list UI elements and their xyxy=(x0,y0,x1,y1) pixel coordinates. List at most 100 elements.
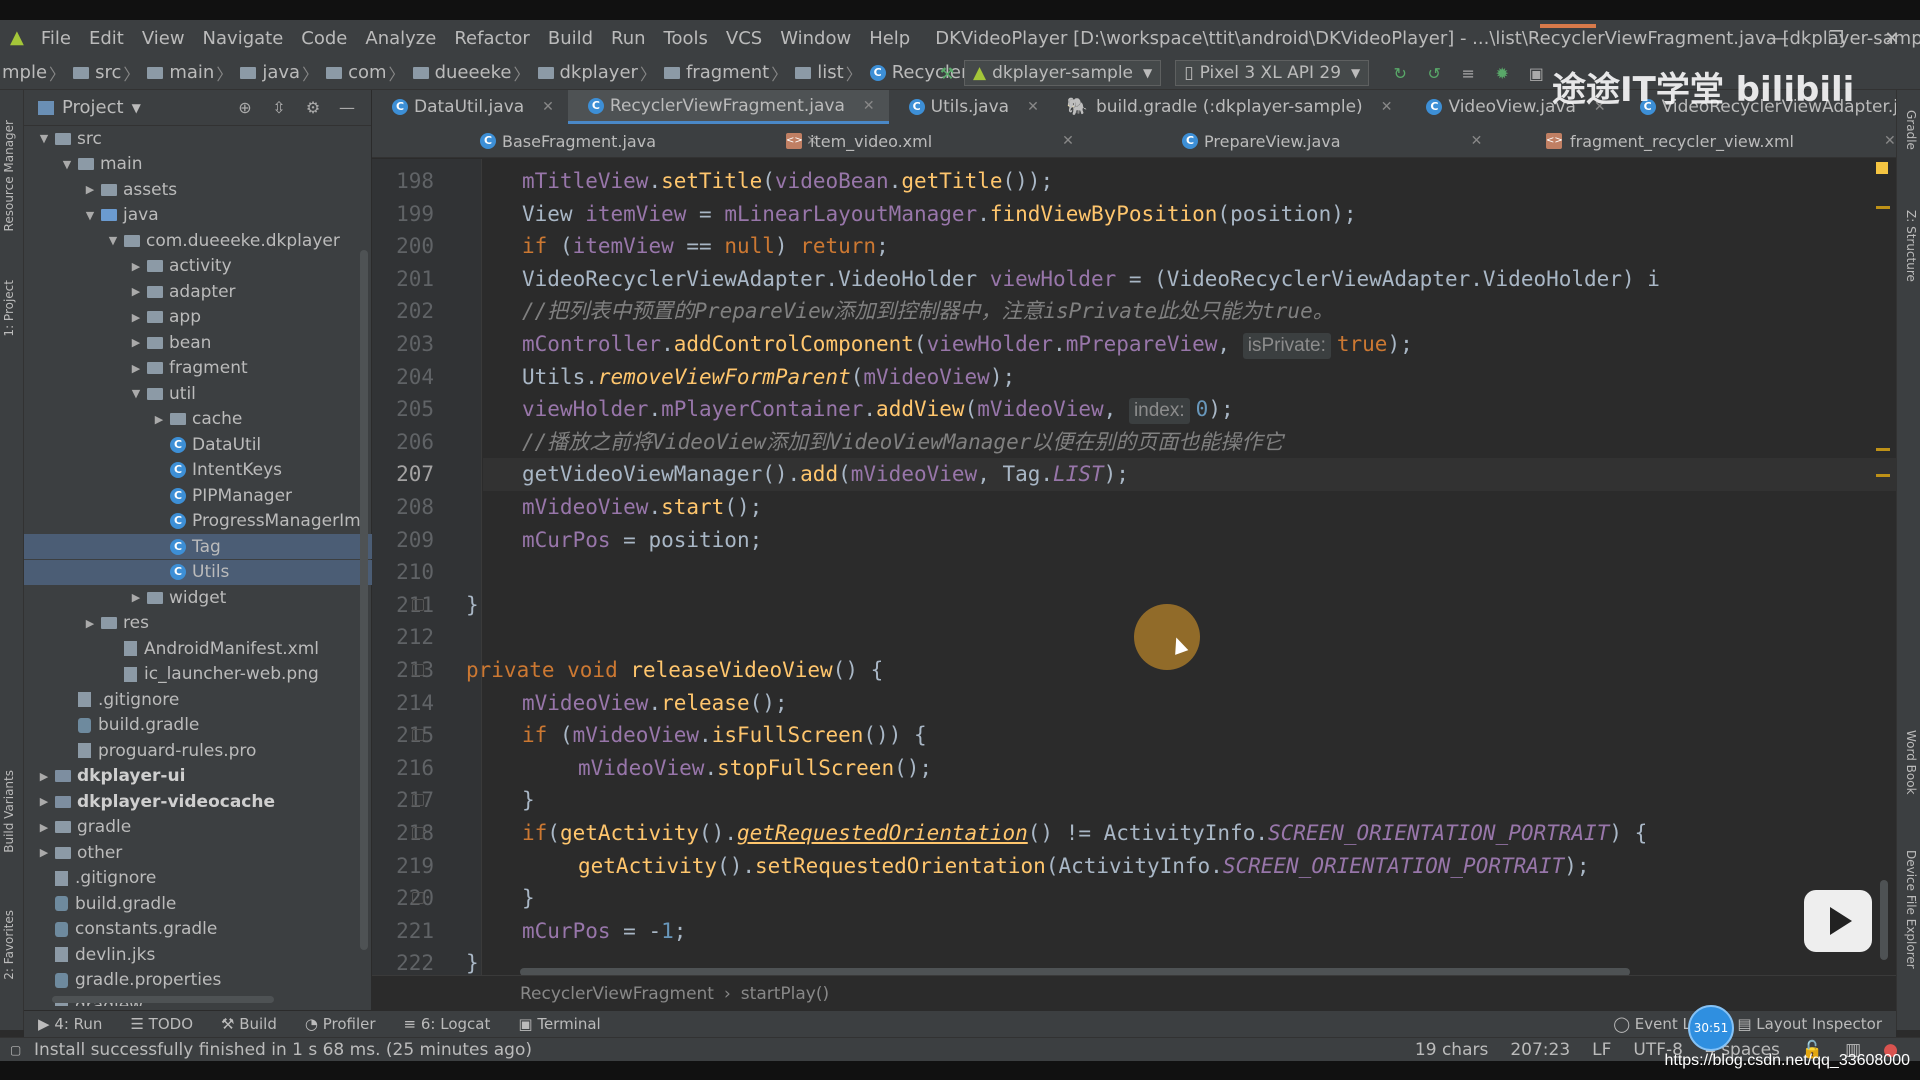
code-line[interactable]: View itemView = mLinearLayoutManager.fin… xyxy=(522,198,1357,231)
gear-icon[interactable]: ⚙ xyxy=(302,98,324,118)
close-tab-icon[interactable]: ✕ xyxy=(1884,133,1896,149)
close-tab-icon[interactable]: ✕ xyxy=(863,98,875,114)
minimize-button[interactable]: — xyxy=(1752,20,1808,56)
todo-tab[interactable]: ☰ TODO xyxy=(130,1015,193,1033)
tree-item[interactable]: ▶ assets xyxy=(24,177,372,202)
tree-item[interactable]: ▶ activity xyxy=(24,254,372,279)
tree-item[interactable]: C Tag xyxy=(24,534,372,559)
stripe-mark[interactable] xyxy=(1876,474,1890,477)
editor-tab[interactable]: C PrepareView.java ✕ xyxy=(1162,124,1496,158)
resource-manager-tab[interactable]: Resource Manager xyxy=(2,120,16,231)
tree-item[interactable]: .gitignore xyxy=(24,687,372,712)
editor-tab[interactable]: <> item_video.xml ✕ xyxy=(772,124,1088,158)
tree-item[interactable]: ▼ src xyxy=(24,126,372,151)
tree-item[interactable]: ic_launcher-web.png xyxy=(24,662,372,687)
tree-item[interactable]: AndroidManifest.xml xyxy=(24,636,372,661)
apply-code-changes-icon[interactable]: ↺ xyxy=(1423,62,1445,84)
breadcrumb-class[interactable]: RecyclerViewFragment xyxy=(520,984,714,1004)
code-line[interactable]: viewHolder.mPlayerContainer.addView(mVid… xyxy=(522,393,1234,426)
apply-changes-icon[interactable]: ↻ xyxy=(1389,62,1411,84)
breadcrumb-item[interactable]: fragment xyxy=(658,62,769,83)
code-line[interactable]: mCurPos = -1; xyxy=(522,915,686,948)
coverage-icon[interactable]: ▣ xyxy=(1525,62,1547,84)
menu-window[interactable]: Window xyxy=(771,28,860,49)
project-tab[interactable]: 1: Project xyxy=(2,280,16,337)
menu-edit[interactable]: Edit xyxy=(80,28,133,49)
stripe-mark[interactable] xyxy=(1876,448,1890,451)
close-tab-icon[interactable]: ✕ xyxy=(1027,99,1039,115)
fold-marker-icon[interactable] xyxy=(412,892,424,905)
editor-tab[interactable]: 🐘 build.gradle (:dkplayer-sample) ✕ xyxy=(1053,90,1407,124)
build-variants-tab[interactable]: Build Variants xyxy=(2,770,16,853)
fold-marker-icon[interactable] xyxy=(412,664,424,676)
line-separator[interactable]: LF xyxy=(1592,1040,1611,1060)
tree-item[interactable]: C DataUtil xyxy=(24,432,372,457)
build-tab[interactable]: ⚒ Build xyxy=(221,1015,277,1033)
debug-icon[interactable]: ✹ xyxy=(1491,62,1513,84)
terminal-tab[interactable]: ▣ Terminal xyxy=(518,1015,600,1033)
code-line[interactable]: } xyxy=(466,947,479,975)
tree-item[interactable]: ▼ main xyxy=(24,152,372,177)
breadcrumb-item[interactable]: dkplayer xyxy=(532,62,638,83)
tree-item[interactable]: ▶ bean xyxy=(24,330,372,355)
tree-item[interactable]: C PIPManager xyxy=(24,483,372,508)
warning-indicator-icon[interactable] xyxy=(1876,162,1888,174)
hide-icon[interactable]: — xyxy=(336,98,358,118)
project-horizontal-scrollbar[interactable] xyxy=(52,996,274,1003)
fold-marker-icon[interactable] xyxy=(412,827,424,839)
breadcrumb-item[interactable]: list xyxy=(789,62,844,83)
breadcrumb-item[interactable]: java xyxy=(234,62,300,83)
close-tab-icon[interactable]: ✕ xyxy=(1062,133,1074,149)
menu-code[interactable]: Code xyxy=(292,28,356,49)
code-line[interactable]: } xyxy=(466,589,479,622)
tree-item[interactable]: ▶ gradle xyxy=(24,815,372,840)
code-line[interactable]: } xyxy=(522,882,535,915)
code-line[interactable]: mVideoView.stopFullScreen(); xyxy=(578,752,932,785)
project-view-select[interactable]: Project xyxy=(62,97,124,118)
menu-analyze[interactable]: Analyze xyxy=(356,28,445,49)
tree-item[interactable]: C IntentKeys xyxy=(24,458,372,483)
breadcrumb-item[interactable]: com xyxy=(320,62,387,83)
breadcrumb-item[interactable]: src xyxy=(67,62,121,83)
menu-navigate[interactable]: Navigate xyxy=(194,28,293,49)
close-window-button[interactable]: ✕ xyxy=(1864,20,1920,56)
hammer-build-icon[interactable]: ⚒ xyxy=(936,62,958,84)
tree-item[interactable]: ▼ util xyxy=(24,381,372,406)
run-config-select[interactable]: ▲ dkplayer-sample ▼ xyxy=(964,60,1162,86)
menu-help[interactable]: Help xyxy=(860,28,919,49)
caret-position[interactable]: 207:23 xyxy=(1510,1040,1570,1060)
menu-view[interactable]: View xyxy=(133,28,194,49)
code-line[interactable]: private void releaseVideoView() { xyxy=(466,654,883,687)
breadcrumb-item[interactable]: mple xyxy=(0,62,47,83)
tree-item[interactable]: ▶ dkplayer-videocache xyxy=(24,789,372,814)
stripe-mark[interactable] xyxy=(1876,206,1890,209)
fold-marker-icon[interactable] xyxy=(412,598,424,611)
code-line[interactable]: mCurPos = position; xyxy=(522,524,762,557)
fold-marker-icon[interactable] xyxy=(412,794,424,807)
tree-item[interactable]: ▶ adapter xyxy=(24,279,372,304)
tree-item[interactable]: ▶ res xyxy=(24,611,372,636)
code-line[interactable]: } xyxy=(522,784,535,817)
tree-item[interactable]: constants.gradle xyxy=(24,917,372,942)
tree-item[interactable]: proguard-rules.pro xyxy=(24,738,372,763)
tree-item[interactable]: ▶ widget xyxy=(24,585,372,610)
project-scrollbar[interactable] xyxy=(360,250,368,950)
device-file-explorer-tab[interactable]: Device File Explorer xyxy=(1904,850,1918,969)
code-line[interactable]: mVideoView.start(); xyxy=(522,491,762,524)
code-line[interactable]: mController.addControlComponent(viewHold… xyxy=(522,328,1413,361)
editor-tab[interactable]: C RecyclerViewFragment.java ✕ xyxy=(567,90,889,124)
menu-build[interactable]: Build xyxy=(539,28,602,49)
code-line[interactable]: mVideoView.release(); xyxy=(522,687,788,720)
logcat-tab[interactable]: ≡ 6: Logcat xyxy=(404,1015,491,1033)
run-tab[interactable]: ▶ 4: Run xyxy=(38,1015,102,1033)
menu-tools[interactable]: Tools xyxy=(655,28,717,49)
favorites-tab[interactable]: 2: Favorites xyxy=(2,910,16,980)
tree-item[interactable]: C ProgressManagerIm xyxy=(24,509,372,534)
code-line[interactable]: getActivity().setRequestedOrientation(Ac… xyxy=(578,850,1590,883)
tree-item[interactable]: ▶ app xyxy=(24,305,372,330)
code-line[interactable]: VideoRecyclerViewAdapter.VideoHolder vie… xyxy=(522,263,1660,296)
code-editor[interactable]: 198 199 200 201 202 203 204 205 206 207 208 209 210 2… xyxy=(372,159,1896,975)
code-line[interactable]: if (mVideoView.isFullScreen()) { xyxy=(522,719,927,752)
code-line[interactable]: //播放之前将VideoView添加到VideoViewManager以便在别的… xyxy=(522,426,1283,459)
code-line[interactable]: Utils.removeViewFormParent(mVideoView); xyxy=(522,361,1015,394)
